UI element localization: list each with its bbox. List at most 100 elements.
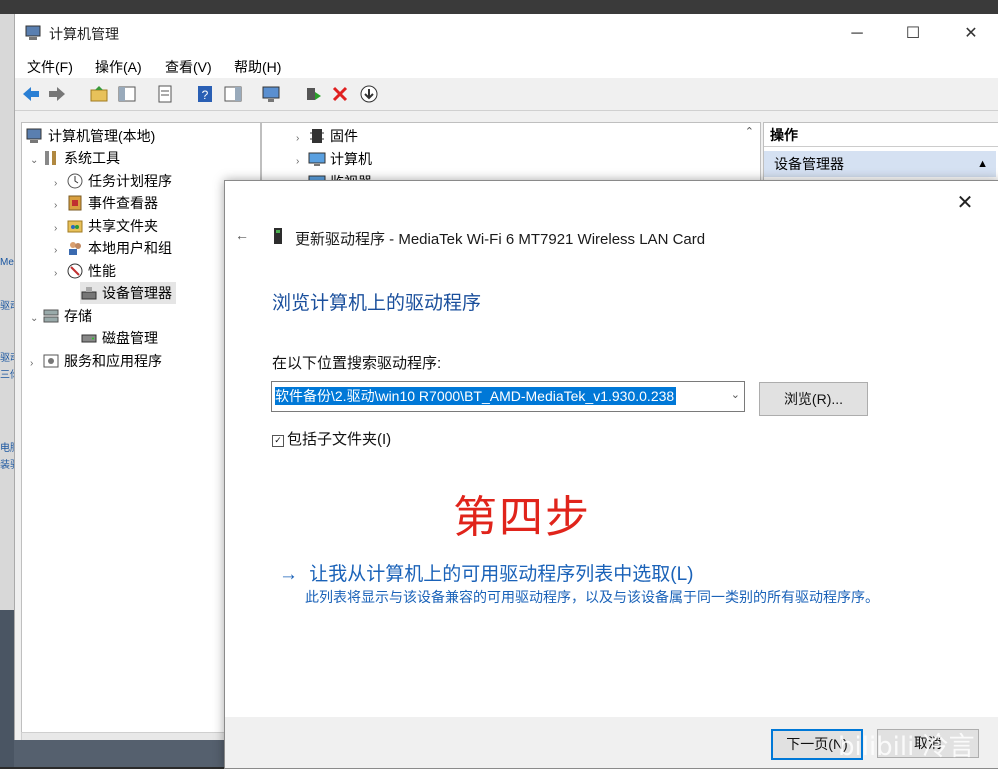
action-group-label: 设备管理器 — [774, 156, 844, 172]
include-subfolders-checkbox[interactable]: ✓ 包括子文件夹(I) — [272, 428, 391, 449]
storage-icon — [43, 309, 59, 323]
checkbox-checked-icon[interactable]: ✓ — [272, 435, 284, 447]
device-label: 固件 — [330, 128, 358, 144]
tree-label: 服务和应用程序 — [64, 353, 162, 369]
performance-icon — [67, 263, 83, 279]
firmware-icon — [310, 129, 324, 143]
tree-item-storage[interactable]: ⌄ 存储 — [30, 305, 92, 327]
chevron-right-icon[interactable]: › — [54, 240, 66, 262]
show-action-pane-icon[interactable] — [223, 84, 243, 104]
tree-item-shared-folders[interactable]: › 共享文件夹 — [54, 215, 158, 237]
show-hide-tree-icon[interactable] — [117, 84, 137, 104]
services-icon — [43, 354, 59, 368]
tree-item-system-tools[interactable]: ⌄ 系统工具 — [30, 147, 120, 169]
driver-path-value: 软件备份\2.驱动\win10 R7000\BT_AMD-MediaTek_v1… — [275, 387, 677, 405]
tree-item-root[interactable]: 计算机管理(本地) — [26, 125, 155, 147]
bilibili-watermark: bilibili 冷言 — [838, 732, 975, 762]
tree-label: 磁盘管理 — [102, 330, 158, 346]
help-icon[interactable]: ? — [195, 84, 215, 104]
properties-icon[interactable] — [155, 84, 175, 104]
maximize-button[interactable]: ☐ — [893, 22, 933, 46]
tree-label: 性能 — [88, 263, 116, 279]
pick-from-list-link[interactable]: → 让我从计算机上的可用驱动程序列表中选取(L) — [279, 559, 694, 586]
desktop-background — [0, 610, 14, 767]
scroll-up-icon[interactable]: ⌃ — [745, 125, 754, 138]
window-title: 计算机管理 — [49, 26, 119, 42]
users-icon — [69, 242, 81, 255]
tree-label: 事件查看器 — [88, 195, 158, 211]
tree-item-local-users[interactable]: › 本地用户和组 — [54, 237, 172, 259]
action-group-device-manager[interactable]: 设备管理器 ▲ — [764, 151, 996, 177]
title-bar: 计算机管理 ─ ☐ ✕ — [15, 14, 998, 52]
event-viewer-icon — [68, 195, 82, 211]
driver-path-input[interactable]: 软件备份\2.驱动\win10 R7000\BT_AMD-MediaTek_v1… — [271, 381, 745, 412]
chevron-down-icon[interactable]: ⌄ — [731, 388, 740, 401]
menu-bar: 文件(F) 操作(A) 查看(V) 帮助(H) — [15, 52, 998, 78]
pick-from-list-label: 让我从计算机上的可用驱动程序列表中选取(L) — [309, 564, 694, 585]
clock-icon — [67, 173, 83, 189]
dialog-title: 更新驱动程序 - MediaTek Wi-Fi 6 MT7921 Wireles… — [295, 231, 706, 248]
enable-device-icon[interactable] — [359, 84, 379, 104]
network-card-icon — [274, 228, 282, 244]
chevron-down-icon[interactable]: ⌄ — [30, 308, 42, 330]
back-arrow-icon[interactable] — [21, 84, 41, 104]
minimize-button[interactable]: ─ — [837, 22, 877, 46]
bg-text-fragment: Me — [0, 257, 14, 268]
svg-text:?: ? — [202, 88, 209, 102]
device-label: 计算机 — [330, 151, 372, 167]
menu-help[interactable]: 帮助(H) — [234, 57, 281, 77]
step-annotation: 第四步 — [453, 492, 591, 543]
menu-view[interactable]: 查看(V) — [165, 57, 212, 77]
computer-management-icon — [25, 25, 41, 40]
tree-item-services-apps[interactable]: › 服务和应用程序 — [30, 350, 162, 372]
dialog-close-button[interactable]: ✕ — [951, 189, 979, 217]
tree-item-performance[interactable]: › 性能 — [54, 260, 116, 282]
chevron-right-icon[interactable]: › — [30, 353, 42, 375]
toolbar: ? — [15, 78, 998, 111]
update-driver-icon[interactable] — [303, 84, 323, 104]
tree-label: 系统工具 — [64, 150, 120, 166]
tree-item-task-scheduler[interactable]: › 任务计划程序 — [54, 170, 172, 192]
arrow-right-icon: → — [279, 564, 298, 585]
disk-icon — [81, 334, 97, 343]
tree-label: 存储 — [64, 308, 92, 324]
tree-label: 计算机管理(本地) — [48, 128, 156, 144]
tools-icon — [45, 151, 56, 165]
uninstall-device-icon[interactable] — [330, 84, 350, 104]
include-subfolders-label: 包括子文件夹(I) — [287, 431, 392, 448]
menu-action[interactable]: 操作(A) — [95, 57, 142, 77]
desktop-top-strip — [0, 0, 998, 14]
back-arrow-icon[interactable]: ← — [235, 227, 249, 243]
tree-label: 设备管理器 — [102, 285, 172, 301]
close-button[interactable]: ✕ — [951, 22, 991, 46]
scan-hardware-icon[interactable] — [261, 84, 281, 104]
chevron-right-icon[interactable]: › — [54, 195, 66, 217]
device-manager-icon — [81, 287, 97, 300]
menu-file[interactable]: 文件(F) — [27, 57, 73, 77]
collapse-up-icon[interactable]: ▲ — [977, 151, 988, 177]
chevron-down-icon[interactable]: ⌄ — [30, 150, 42, 172]
monitor-icon — [308, 152, 326, 166]
computer-management-icon — [26, 128, 42, 143]
chevron-right-icon[interactable]: › — [54, 263, 66, 285]
chevron-right-icon[interactable]: › — [296, 151, 308, 173]
pick-from-list-description: 此列表将显示与该设备兼容的可用驱动程序，以及与该设备属于同一类别的所有驱动程序序… — [305, 589, 879, 605]
up-folder-icon[interactable] — [89, 84, 109, 104]
dialog-heading: 浏览计算机上的驱动程序 — [272, 293, 482, 314]
tree-label: 任务计划程序 — [88, 173, 172, 189]
search-location-label: 在以下位置搜索驱动程序: — [272, 355, 442, 372]
shared-folder-icon — [67, 220, 83, 233]
tree-label: 共享文件夹 — [88, 218, 158, 234]
action-pane-header: 操作 — [764, 123, 998, 147]
device-category-firmware[interactable]: › 固件 — [296, 125, 358, 147]
tree-item-device-manager[interactable]: 设备管理器 — [80, 282, 176, 304]
desktop-background — [14, 740, 224, 767]
tree-item-disk-management[interactable]: 磁盘管理 — [80, 327, 158, 349]
device-category-computer[interactable]: › 计算机 — [296, 148, 372, 170]
forward-arrow-icon[interactable] — [47, 84, 67, 104]
browse-button[interactable]: 浏览(R)... — [759, 382, 868, 416]
tree-item-event-viewer[interactable]: › 事件查看器 — [54, 192, 158, 214]
chevron-right-icon[interactable]: › — [296, 128, 308, 150]
update-driver-dialog: ✕ ← 更新驱动程序 - MediaTek Wi-Fi 6 MT7921 Wir… — [224, 180, 998, 769]
tree-label: 本地用户和组 — [88, 240, 172, 256]
